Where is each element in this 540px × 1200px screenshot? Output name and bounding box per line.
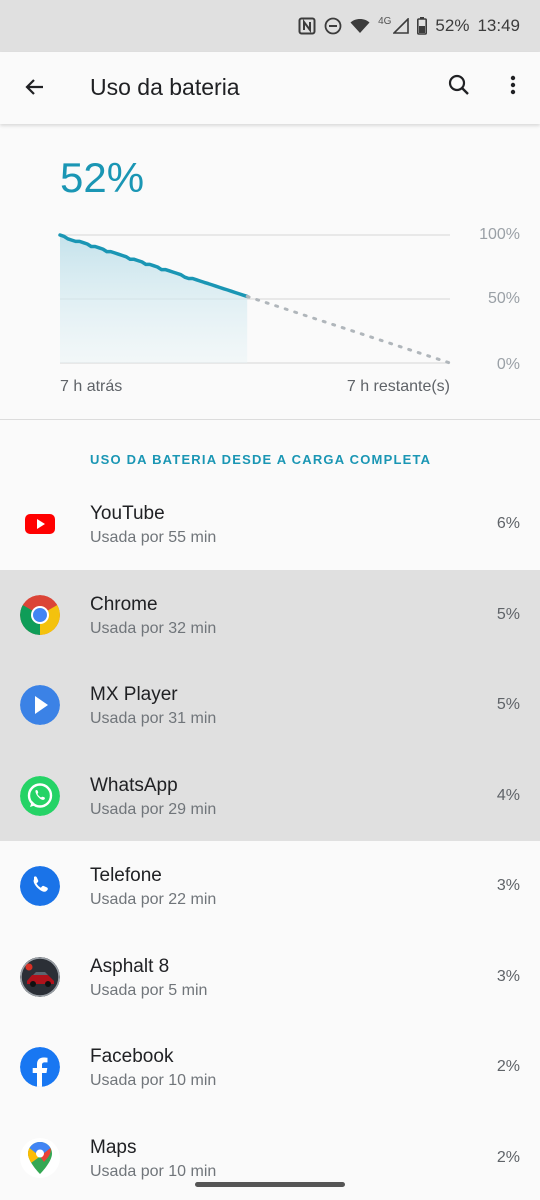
app-list: YouTube Usada por 55 min 6% Chrome Usada… (0, 479, 540, 1200)
chrome-icon (20, 594, 60, 635)
arrow-back-icon (23, 75, 47, 104)
app-name: Asphalt 8 (90, 955, 170, 977)
app-row-facebook[interactable]: Facebook Usada por 10 min 2% (0, 1022, 540, 1113)
app-row-youtube[interactable]: YouTube Usada por 55 min 6% (0, 479, 540, 570)
usage-area (60, 235, 248, 363)
page-title: Uso da bateria (90, 74, 240, 100)
app-percent: 2% (496, 1058, 520, 1075)
app-usage: Usada por 22 min (90, 891, 217, 908)
search-button[interactable] (444, 72, 474, 102)
mx-player-icon (20, 685, 60, 725)
status-bar: 4G 52% 13:49 (0, 0, 540, 52)
app-percent: 5% (496, 696, 520, 713)
more-vert-icon (501, 73, 525, 102)
app-percent: 3% (496, 877, 520, 894)
projection-line (245, 294, 452, 365)
app-name: WhatsApp (90, 774, 178, 796)
tick-0: 0% (496, 356, 520, 373)
clock: 13:49 (477, 16, 520, 35)
phone-icon (20, 866, 60, 906)
battery-percent: 52% (435, 16, 470, 35)
more-options-button[interactable] (498, 72, 528, 102)
tick-50: 50% (487, 290, 520, 307)
maps-icon (20, 1137, 60, 1178)
back-button[interactable] (20, 74, 50, 104)
cell-signal-icon (393, 16, 410, 36)
app-usage: Usada por 10 min (90, 1162, 217, 1180)
app-name: MX Player (90, 684, 178, 705)
app-name: Facebook (90, 1046, 174, 1067)
app-percent: 3% (496, 967, 520, 985)
divider (0, 419, 540, 420)
network-type: 4G (378, 16, 392, 27)
app-percent: 6% (496, 515, 520, 532)
time-ago-label: 7 h atrás (60, 378, 123, 395)
app-bar: Uso da bateria (0, 52, 540, 124)
app-name: YouTube (90, 503, 165, 524)
app-row-mx-player[interactable]: MX Player Usada por 31 min 5% (0, 660, 540, 751)
section-header: USO DA BATERIA DESDE A CARGA COMPLETA (90, 452, 432, 467)
battery-level: 52% (60, 154, 145, 201)
app-usage: Usada por 5 min (90, 981, 208, 999)
app-row-telefone[interactable]: Telefone Usada por 22 min 3% (0, 841, 540, 932)
app-row-chrome[interactable]: Chrome Usada por 32 min 5% (0, 569, 540, 660)
gesture-nav-handle[interactable] (195, 1182, 345, 1187)
app-usage: Usada por 29 min (90, 800, 217, 818)
app-usage: Usada por 55 min (90, 529, 217, 546)
app-row-whatsapp[interactable]: WhatsApp Usada por 29 min 4% (0, 750, 540, 841)
tick-100: 100% (479, 226, 520, 243)
battery-icon (417, 16, 428, 36)
do-not-disturb-icon (324, 16, 342, 36)
whatsapp-icon (20, 775, 60, 816)
search-icon (447, 73, 471, 102)
wifi-icon (350, 16, 370, 36)
nfc-icon (298, 16, 316, 36)
app-usage: Usada por 10 min (90, 1072, 217, 1089)
app-percent: 4% (496, 786, 520, 804)
app-percent: 5% (496, 605, 520, 623)
app-name: Chrome (90, 593, 158, 615)
asphalt-8-icon (20, 956, 60, 997)
facebook-icon (20, 1047, 60, 1087)
battery-summary: 52% 100% 50% 0% 7 h atrás 7 h restante(s… (0, 124, 540, 420)
app-name: Telefone (90, 865, 162, 886)
app-usage: Usada por 32 min (90, 619, 217, 637)
app-usage: Usada por 31 min (90, 710, 217, 727)
time-remaining-label: 7 h restante(s) (346, 378, 450, 395)
app-percent: 2% (496, 1148, 520, 1166)
app-row-asphalt-8[interactable]: Asphalt 8 Usada por 5 min 3% (0, 932, 540, 1023)
youtube-icon (20, 504, 60, 544)
app-name: Maps (90, 1136, 137, 1158)
